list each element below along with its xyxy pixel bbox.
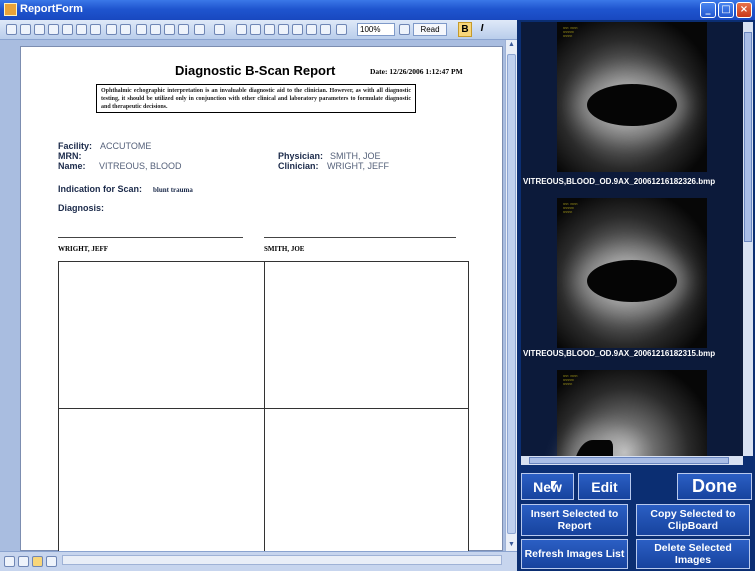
view-status-bar (0, 551, 517, 571)
window-title: ReportForm (20, 3, 83, 15)
italic-button[interactable]: I (476, 22, 488, 37)
name-value: VITREOUS, BLOOD (99, 161, 182, 171)
insert-table-icon[interactable] (264, 24, 275, 35)
image-cell-4[interactable] (264, 408, 469, 556)
research-icon[interactable] (120, 24, 131, 35)
facility-value: ACCUTOME (100, 141, 152, 151)
copy-to-clipboard-button[interactable]: Copy Selected to ClipBoard (636, 504, 750, 536)
close-button[interactable]: × (736, 2, 752, 18)
clinician-value: WRIGHT, JEFF (327, 161, 389, 171)
eye-scan-icon (587, 84, 677, 126)
redo-icon[interactable] (214, 24, 225, 35)
print-layout-icon[interactable] (32, 556, 43, 567)
document-area: 100% Read B I Diagnostic B-Scan Report D… (0, 20, 517, 571)
hyperlink-icon[interactable] (236, 24, 247, 35)
thumbnail-filename-1[interactable]: VITREOUS,BLOOD_OD.9AX_20061216182326.bmp (523, 177, 715, 186)
thumbnail-header-text-icon: ▭▭▭ ▭▭▭▭ ▭▭▭▭▭▭ ▭▭▭▭▭ (563, 26, 578, 38)
name-label: Name: (58, 161, 86, 171)
signature-name-left: WRIGHT, JEFF (58, 245, 109, 253)
normal-view-icon[interactable] (4, 556, 15, 567)
maximize-button[interactable]: □ (718, 2, 734, 18)
outline-view-icon[interactable] (46, 556, 57, 567)
minimize-button[interactable]: _ (700, 2, 716, 18)
physician-label: Physician: (278, 151, 324, 161)
report-title: Diagnostic B-Scan Report (175, 63, 336, 78)
bscan-thumbnail-2[interactable]: ▭▭▭ ▭▭▭▭ ▭▭▭▭▭▭ ▭▭▭▭▭ (557, 198, 707, 348)
bold-button[interactable]: B (458, 22, 472, 37)
title-bar[interactable]: ReportForm _ □ × (0, 0, 755, 20)
signature-line-left (58, 237, 243, 238)
columns-icon[interactable] (292, 24, 303, 35)
signature-name-right: SMITH, JOE (264, 245, 305, 253)
scroll-thumb[interactable] (529, 457, 729, 464)
insert-selected-button[interactable]: Insert Selected to Report (521, 504, 628, 536)
image-cell-1[interactable] (58, 261, 265, 409)
done-button[interactable]: Done (677, 473, 752, 500)
open-icon[interactable] (20, 24, 31, 35)
delete-images-button[interactable]: Delete Selected Images (636, 539, 750, 569)
document-horizontal-scrollbar[interactable] (62, 555, 502, 565)
scroll-thumb[interactable] (744, 32, 752, 242)
scroll-up-icon[interactable]: ▲ (507, 40, 516, 50)
permission-icon[interactable] (48, 24, 59, 35)
help-icon[interactable] (399, 24, 410, 35)
bscan-thumbnail-1[interactable]: ▭▭▭ ▭▭▭▭ ▭▭▭▭▭▭ ▭▭▭▭▭ (557, 22, 707, 172)
bscan-thumbnail-3[interactable]: ▭▭▭ ▭▭▭▭ ▭▭▭▭▭▭ ▭▭▭▭▭ (557, 370, 707, 462)
format-painter-icon[interactable] (178, 24, 189, 35)
indication-label: Indication for Scan: (58, 184, 143, 194)
thumbnail-vertical-scrollbar[interactable] (743, 22, 753, 456)
cut-icon[interactable] (136, 24, 147, 35)
edit-button[interactable]: Edit (578, 473, 631, 500)
report-date: Date: 12/26/2006 1:12:47 PM (370, 67, 463, 76)
report-form-window: ReportForm _ □ × 100% Read B I Diagnosti… (0, 0, 755, 571)
app-icon (4, 3, 17, 16)
tables-borders-icon[interactable] (250, 24, 261, 35)
thumbnail-horizontal-scrollbar[interactable] (521, 456, 743, 465)
indication-value: blunt trauma (153, 186, 193, 194)
clinician-label: Clinician: (278, 161, 319, 171)
insert-excel-icon[interactable] (278, 24, 289, 35)
disclaimer-box: Ophthalmic echographic interpretation is… (96, 84, 416, 113)
signature-line-right (264, 237, 456, 238)
document-map-icon[interactable] (320, 24, 331, 35)
eye-scan-icon (587, 260, 677, 302)
web-view-icon[interactable] (18, 556, 29, 567)
thumbnail-header-text-icon: ▭▭▭ ▭▭▭▭ ▭▭▭▭▭▭ ▭▭▭▭▭ (563, 374, 578, 386)
email-icon[interactable] (62, 24, 73, 35)
undo-icon[interactable] (194, 24, 205, 35)
formatting-toolbar: 100% Read B I (0, 20, 517, 40)
physician-value: SMITH, JOE (330, 151, 381, 161)
scroll-thumb[interactable] (507, 54, 516, 534)
diagnosis-label: Diagnosis: (58, 203, 105, 213)
show-hide-icon[interactable] (336, 24, 347, 35)
document-vertical-scrollbar[interactable]: ▲ ▼ (505, 40, 517, 553)
refresh-images-button[interactable]: Refresh Images List (521, 539, 628, 569)
image-cell-2[interactable] (264, 261, 469, 409)
image-panel: ▭▭▭ ▭▭▭▭ ▭▭▭▭▭▭ ▭▭▭▭▭ VITREOUS,BLOOD_OD.9A… (517, 20, 755, 571)
new-doc-icon[interactable] (6, 24, 17, 35)
print-preview-icon[interactable] (90, 24, 101, 35)
thumbnail-header-text-icon: ▭▭▭ ▭▭▭▭ ▭▭▭▭▭▭ ▭▭▭▭▭ (563, 202, 578, 214)
mouse-cursor-icon (551, 481, 557, 490)
save-icon[interactable] (34, 24, 45, 35)
thumbnail-filename-2[interactable]: VITREOUS,BLOOD_OD.9AX_20061216182315.bmp (523, 349, 715, 358)
image-cell-3[interactable] (58, 408, 265, 556)
new-button[interactable]: New (521, 473, 574, 500)
zoom-select[interactable]: 100% (357, 23, 395, 36)
spelling-icon[interactable] (106, 24, 117, 35)
mrn-label: MRN: (58, 151, 82, 161)
paste-icon[interactable] (164, 24, 175, 35)
image-thumbnail-list[interactable]: ▭▭▭ ▭▭▭▭ ▭▭▭▭▭▭ ▭▭▭▭▭ VITREOUS,BLOOD_OD.9A… (521, 22, 743, 462)
facility-label: Facility: (58, 141, 93, 151)
print-icon[interactable] (76, 24, 87, 35)
drawing-icon[interactable] (306, 24, 317, 35)
report-page[interactable]: Diagnostic B-Scan Report Date: 12/26/200… (20, 46, 503, 556)
copy-icon[interactable] (150, 24, 161, 35)
read-button[interactable]: Read (413, 23, 447, 36)
scroll-down-icon[interactable]: ▼ (507, 540, 516, 550)
